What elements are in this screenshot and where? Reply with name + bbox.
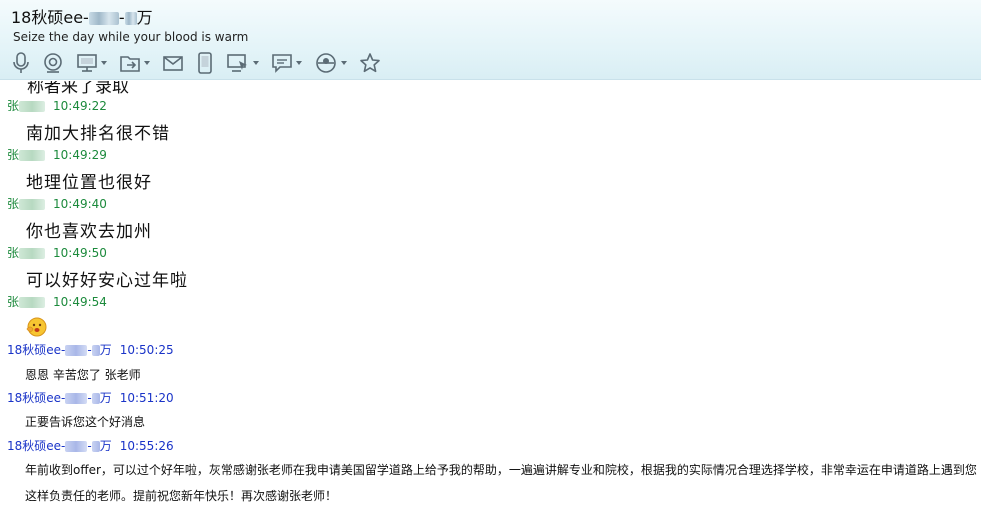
redacted-name-block: [124, 12, 137, 25]
message-header: 张 10:49:29: [7, 148, 107, 163]
message-text: 恩恩 辛苦您了 张老师: [25, 368, 141, 382]
chevron-down-icon[interactable]: [101, 61, 107, 65]
sender-name: 18秋硕ee-: [7, 343, 66, 357]
sender-name: 张: [7, 246, 20, 260]
file-transfer-button[interactable]: [119, 51, 150, 75]
contact-signature: Seize the day while your blood is warm: [13, 30, 249, 44]
chat-toolbar: [8, 51, 393, 75]
redacted-name-block: [65, 345, 88, 356]
message-time: 10:49:50: [53, 246, 107, 260]
message-text-partial: 称者来了录取: [27, 81, 129, 97]
redacted-name-block: [19, 150, 46, 161]
message-text: 可以好好安心过年啦: [26, 271, 188, 291]
sender-name-end: 万: [99, 439, 112, 453]
sender-name: 张: [7, 197, 20, 211]
sender-name: 18秋硕ee-: [7, 391, 66, 405]
redacted-name-block: [65, 393, 88, 404]
chevron-down-icon[interactable]: [296, 61, 302, 65]
message-text: 地理位置也很好: [26, 173, 152, 193]
video-call-button[interactable]: [42, 51, 64, 75]
sender-name: 18秋硕ee-: [7, 439, 66, 453]
message-header: 张 10:49:22: [7, 99, 107, 114]
message-time: 10:55:26: [119, 439, 174, 453]
favorite-button[interactable]: [359, 51, 381, 75]
message-text: 年前收到offer，可以过个好年啦，灰常感谢张老师在我申请美国留学道路上给予我的…: [25, 463, 977, 503]
redacted-name-block: [19, 199, 46, 210]
redacted-name-block: [88, 12, 119, 25]
sender-name-end: 万: [99, 343, 112, 357]
message-time: 10:49:40: [53, 197, 107, 211]
message-header: 18秋硕ee- - 万 10:55:26: [7, 439, 174, 453]
redacted-name-block: [19, 297, 46, 308]
grimace-emoji-icon: [26, 317, 47, 337]
voice-call-button[interactable]: [12, 51, 30, 75]
title-suffix: -: [118, 8, 125, 27]
message-header: 18秋硕ee- - 万 10:50:25: [7, 343, 174, 357]
message-text: 南加大排名很不错: [26, 124, 170, 144]
chat-window-header: 18秋硕ee- - 万 Seize the day while your blood…: [0, 0, 981, 80]
email-icon: [163, 56, 183, 71]
message-time: 10:49:22: [53, 99, 107, 113]
screen-share-button[interactable]: [76, 51, 107, 75]
chevron-down-icon[interactable]: [253, 61, 259, 65]
microphone-icon: [13, 52, 29, 73]
video-call-icon: [44, 53, 62, 73]
email-button[interactable]: [162, 51, 184, 75]
remote-assist-icon: [227, 54, 247, 72]
app-center-button[interactable]: [314, 51, 347, 75]
redacted-name-block: [65, 441, 88, 452]
redacted-name-block: [91, 393, 100, 404]
sender-name: 张: [7, 295, 20, 309]
chevron-down-icon[interactable]: [144, 61, 150, 65]
sender-name: 张: [7, 148, 20, 162]
message-header: 18秋硕ee- - 万 10:51:20: [7, 391, 174, 405]
app-center-icon: [316, 53, 336, 73]
message-header: 张 10:49:54: [7, 295, 107, 310]
mobile-button[interactable]: [196, 51, 214, 75]
redacted-name-block: [19, 101, 46, 112]
message-time: 10:51:20: [119, 391, 174, 405]
screen-share-icon: [77, 54, 97, 72]
message-time: 10:49:29: [53, 148, 107, 162]
chevron-down-icon[interactable]: [341, 61, 347, 65]
star-icon: [360, 53, 380, 73]
message-icon: [272, 54, 292, 73]
title-end: 万: [136, 8, 153, 27]
redacted-name-block: [91, 441, 100, 452]
mobile-icon: [198, 52, 212, 74]
message-text: 你也喜欢去加州: [26, 222, 152, 242]
message-time: 10:49:54: [53, 295, 107, 309]
message-header: 张 10:49:40: [7, 197, 107, 212]
message-text: 正要告诉您这个好消息: [25, 415, 146, 429]
contact-name-title: 18秋硕ee- - 万: [11, 4, 153, 28]
sender-name: 张: [7, 99, 20, 113]
remote-assist-button[interactable]: [226, 51, 259, 75]
chat-history[interactable]: 称者来了录取 张 10:49:22 南加大排名很不错 张 10:49:29 地理位置…: [0, 81, 981, 523]
file-transfer-icon: [120, 56, 140, 72]
message-button[interactable]: [271, 51, 302, 75]
redacted-name-block: [91, 345, 100, 356]
title-prefix: 18秋硕ee-: [11, 8, 89, 27]
message-header: 张 10:49:50: [7, 246, 107, 261]
message-time: 10:50:25: [119, 343, 174, 357]
redacted-name-block: [19, 248, 46, 259]
sender-name-end: 万: [99, 391, 112, 405]
